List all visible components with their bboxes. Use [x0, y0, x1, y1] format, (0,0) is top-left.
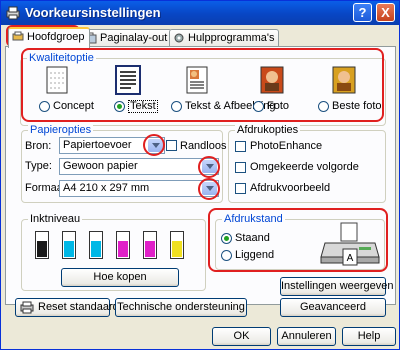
- label-bron: Bron:: [25, 140, 52, 152]
- photo-icon: [260, 66, 284, 94]
- label-print-preview: Afdrukvoorbeeld: [250, 182, 331, 194]
- main-tab-icon: [12, 31, 24, 41]
- label-randloos: Randloos: [180, 140, 227, 152]
- ink-level-fill: [91, 241, 101, 257]
- label-tekst: Tekst: [128, 100, 158, 113]
- ink-cartridge: [89, 231, 103, 259]
- title-bar: Voorkeursinstellingen ? X: [1, 1, 399, 25]
- cancel-button[interactable]: Annuleren: [277, 327, 336, 346]
- tab-strip: Hoofdgroep Paginalay-out Hulpprogramma's: [5, 27, 397, 48]
- utilities-tab-icon: [174, 33, 184, 43]
- print-preview-checkbox[interactable]: [235, 183, 246, 194]
- ink-cartridge: [62, 231, 76, 259]
- ink-level-fill: [145, 241, 155, 257]
- printer-app-icon: [6, 6, 20, 20]
- ink-level-fill: [64, 241, 74, 257]
- radio-tekst[interactable]: [114, 101, 125, 112]
- label-photoenhance: PhotoEnhance: [250, 140, 323, 152]
- tab-paginalay-out[interactable]: Paginalay-out: [81, 29, 173, 46]
- label-beste-foto: Beste foto: [332, 100, 382, 112]
- label-concept: Concept: [53, 100, 94, 112]
- help-button[interactable]: Help: [342, 327, 396, 346]
- label-staand: Staand: [235, 232, 270, 244]
- text-image-document-icon: [186, 66, 208, 94]
- quality-group-label: Kwaliteitoptie: [27, 52, 96, 64]
- borderless-checkbox[interactable]: [166, 140, 177, 151]
- ink-group-label: Inktniveau: [28, 213, 83, 225]
- reset-defaults-button[interactable]: Reset standaard: [15, 298, 119, 317]
- text-document-icon: [115, 65, 141, 95]
- ink-level-fill: [37, 241, 47, 257]
- ink-level-fill: [118, 241, 128, 257]
- how-to-buy-button[interactable]: Hoe kopen: [61, 268, 179, 287]
- chevron-down-icon[interactable]: [202, 182, 217, 195]
- label-type: Type:: [25, 160, 52, 172]
- radio-concept[interactable]: [39, 101, 50, 112]
- tab-hulpprogrammas[interactable]: Hulpprogramma's: [169, 29, 280, 46]
- preferences-window: Voorkeursinstellingen ? X Hoofdgroep Pag…: [0, 0, 400, 350]
- print-options-group-label: Afdrukopties: [235, 124, 301, 136]
- ink-cartridge: [35, 231, 49, 259]
- best-photo-icon: [332, 66, 356, 94]
- paper-format-select[interactable]: A4 210 x 297 mm: [59, 180, 219, 197]
- paper-type-select[interactable]: Gewoon papier: [59, 158, 219, 175]
- radio-tekst-afbeelding[interactable]: [171, 101, 182, 112]
- ok-button[interactable]: OK: [212, 327, 271, 346]
- advanced-button[interactable]: Geavanceerd: [280, 298, 386, 317]
- label-liggend: Liggend: [235, 249, 275, 261]
- reverse-order-checkbox[interactable]: [235, 162, 246, 173]
- printer-reset-icon: [20, 301, 34, 314]
- ink-cartridge: [143, 231, 157, 259]
- label-foto: Foto: [267, 100, 290, 112]
- window-title: Voorkeursinstellingen: [25, 5, 161, 20]
- help-title-button[interactable]: ?: [353, 3, 372, 22]
- svg-text:A: A: [347, 253, 354, 264]
- orientation-group-label: Afdrukstand: [222, 213, 285, 225]
- photoenhance-checkbox[interactable]: [235, 141, 246, 152]
- ink-cartridge: [116, 231, 130, 259]
- chevron-down-icon[interactable]: [202, 160, 217, 173]
- tab-hoofdgroep[interactable]: Hoofdgroep: [8, 27, 90, 48]
- paper-group-label: Papieropties: [28, 124, 94, 136]
- draft-document-icon: [46, 66, 68, 94]
- radio-foto[interactable]: [253, 101, 264, 112]
- show-settings-button[interactable]: Instellingen weergeven: [280, 277, 394, 296]
- radio-liggend[interactable]: [221, 250, 232, 261]
- tech-support-button[interactable]: Technische ondersteuning: [115, 298, 247, 317]
- ink-cartridge: [170, 231, 184, 259]
- radio-beste-foto[interactable]: [318, 101, 329, 112]
- close-button[interactable]: X: [376, 3, 395, 22]
- label-reverse-order: Omgekeerde volgorde: [250, 161, 359, 173]
- printer-orientation-icon: A: [320, 222, 380, 266]
- chevron-down-icon[interactable]: [148, 139, 163, 152]
- radio-staand[interactable]: [221, 233, 232, 244]
- ink-level-fill: [172, 241, 182, 257]
- source-select[interactable]: Papiertoevoer: [59, 137, 165, 154]
